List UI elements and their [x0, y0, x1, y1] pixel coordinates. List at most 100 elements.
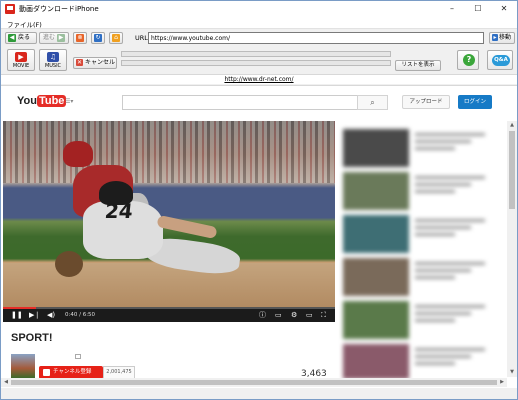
related-video-text-placeholder	[415, 348, 485, 351]
related-video-thumbnail	[343, 258, 409, 296]
channel-avatar[interactable]	[11, 354, 35, 378]
status-bar	[1, 388, 517, 398]
help-icon: ?	[463, 54, 475, 66]
vertical-scrollbar[interactable]: ▲ ▼	[507, 121, 517, 377]
url-input[interactable]	[148, 32, 484, 44]
related-video-text-placeholder	[415, 233, 455, 236]
related-video-item[interactable]	[343, 129, 505, 167]
player-time: 0:40 / 6:50	[65, 312, 96, 318]
video-frame: 24	[3, 121, 335, 307]
related-video-text-placeholder	[415, 355, 471, 358]
runner-figure: 24	[55, 181, 245, 307]
scroll-right-icon[interactable]: ▶	[497, 378, 507, 387]
captions-icon[interactable]: ▭	[275, 311, 282, 320]
related-video-text-placeholder	[415, 226, 471, 229]
vertical-scroll-thumb[interactable]	[509, 131, 515, 209]
upload-button[interactable]: アップロード	[402, 95, 450, 109]
fullscreen-icon[interactable]: ⛶	[321, 311, 326, 320]
related-video-text-placeholder	[415, 262, 485, 265]
home-icon: ⌂	[112, 34, 120, 42]
download-progress-bar	[121, 51, 391, 57]
channel-verified-icon	[75, 354, 81, 359]
help-button[interactable]: ?	[457, 50, 479, 70]
back-arrow-icon: ◀	[8, 34, 16, 42]
go-label: 移動	[499, 34, 512, 41]
next-icon[interactable]: ▶❘	[29, 311, 40, 320]
related-video-text-placeholder	[415, 140, 471, 143]
show-list-button[interactable]: リストを表示	[395, 60, 441, 71]
title-bar: 動画ダウンロードiPhone – ☐ ✕	[1, 1, 517, 17]
back-label: 戻る	[18, 34, 31, 41]
website-link-bar: http://www.dr-net.com/	[1, 74, 517, 84]
video-title: SPORT!	[11, 332, 53, 344]
stop-icon: ⊗	[76, 34, 84, 42]
related-video-text-placeholder	[415, 276, 455, 279]
app-icon	[5, 4, 15, 14]
forward-button[interactable]: 進む ▶	[39, 32, 69, 44]
youtube-header: You Tube ☰▾ ⌕ アップロード ログイン	[1, 86, 517, 120]
horizontal-scroll-thumb[interactable]	[11, 380, 497, 385]
maximize-button[interactable]: ☐	[465, 1, 491, 17]
scroll-up-icon[interactable]: ▲	[507, 121, 517, 130]
related-video-text-placeholder	[415, 219, 485, 222]
scroll-left-icon[interactable]: ◀	[1, 378, 11, 387]
cancel-icon: ✕	[76, 59, 83, 66]
related-video-item[interactable]	[343, 258, 505, 296]
settings-gear-icon[interactable]: ⚙	[291, 311, 297, 320]
related-video-text-placeholder	[415, 147, 455, 150]
player-progress[interactable]	[3, 307, 335, 309]
home-button[interactable]: ⌂	[109, 32, 123, 44]
login-button[interactable]: ログイン	[458, 95, 492, 109]
menu-bar: ファイル(F)	[1, 17, 517, 29]
cancel-button[interactable]: ✕ キャンセル	[73, 57, 117, 69]
app-window: 動画ダウンロードiPhone – ☐ ✕ ファイル(F) ◀ 戻る 進む ▶ ⊗ ↻…	[0, 0, 518, 400]
theater-mode-icon[interactable]: ▭	[306, 311, 313, 320]
related-video-text-placeholder	[415, 176, 485, 179]
volume-icon[interactable]: ◀)	[47, 311, 55, 320]
pause-icon[interactable]: ❚❚	[11, 311, 23, 320]
website-link[interactable]: http://www.dr-net.com/	[224, 76, 293, 83]
embedded-browser: You Tube ☰▾ ⌕ アップロード ログイン 24 ❚❚ ▶❘ ◀) 0:…	[1, 85, 517, 398]
refresh-button[interactable]: ↻	[91, 32, 105, 44]
info-icon[interactable]: ⓘ	[259, 311, 266, 320]
logo-you: You	[17, 95, 37, 107]
refresh-icon: ↻	[94, 34, 102, 42]
related-video-item[interactable]	[343, 172, 505, 210]
related-video-item[interactable]	[343, 301, 505, 339]
window-title: 動画ダウンロードiPhone	[19, 5, 99, 13]
horizontal-scrollbar[interactable]: ◀ ▶	[1, 378, 507, 387]
search-icon: ⌕	[370, 98, 375, 107]
qa-button[interactable]: Q&A	[487, 50, 513, 70]
back-button[interactable]: ◀ 戻る	[5, 32, 37, 44]
related-video-thumbnail	[343, 172, 409, 210]
related-video-text-placeholder	[415, 269, 471, 272]
minimize-button[interactable]: –	[439, 1, 465, 17]
movie-label: MOVIE	[12, 63, 30, 69]
video-player[interactable]: 24 ❚❚ ▶❘ ◀) 0:40 / 6:50 ⓘ ▭ ⚙ ▭ ⛶	[3, 121, 335, 322]
music-label: MUSIC	[44, 63, 62, 69]
youtube-search-input[interactable]	[122, 95, 358, 110]
player-controls: ❚❚ ▶❘ ◀) 0:40 / 6:50 ⓘ ▭ ⚙ ▭ ⛶	[3, 307, 335, 322]
close-button[interactable]: ✕	[491, 1, 517, 17]
stop-button[interactable]: ⊗	[73, 32, 87, 44]
menu-file[interactable]: ファイル(F)	[7, 19, 42, 29]
go-button[interactable]: ▸ 移動	[489, 32, 515, 44]
qa-icon: Q&A	[492, 55, 510, 66]
related-video-item[interactable]	[343, 215, 505, 253]
related-video-thumbnail	[343, 344, 409, 379]
youtube-logo[interactable]: You Tube	[17, 95, 67, 107]
logo-tube: Tube	[36, 95, 67, 107]
scroll-down-icon[interactable]: ▼	[507, 368, 517, 377]
music-button[interactable]: ♫ MUSIC	[39, 49, 67, 71]
forward-label: 進む	[43, 34, 56, 41]
movie-button[interactable]: ▶ MOVIE	[7, 49, 35, 71]
related-video-thumbnail	[343, 301, 409, 339]
language-menu-icon[interactable]: ☰▾	[65, 98, 73, 105]
related-video-item[interactable]	[343, 344, 505, 379]
total-progress-bar	[121, 60, 391, 66]
related-video-thumbnail	[343, 129, 409, 167]
go-icon: ▸	[492, 34, 498, 41]
related-video-text-placeholder	[415, 190, 455, 193]
related-video-text-placeholder	[415, 133, 485, 136]
youtube-search-button[interactable]: ⌕	[357, 95, 388, 110]
